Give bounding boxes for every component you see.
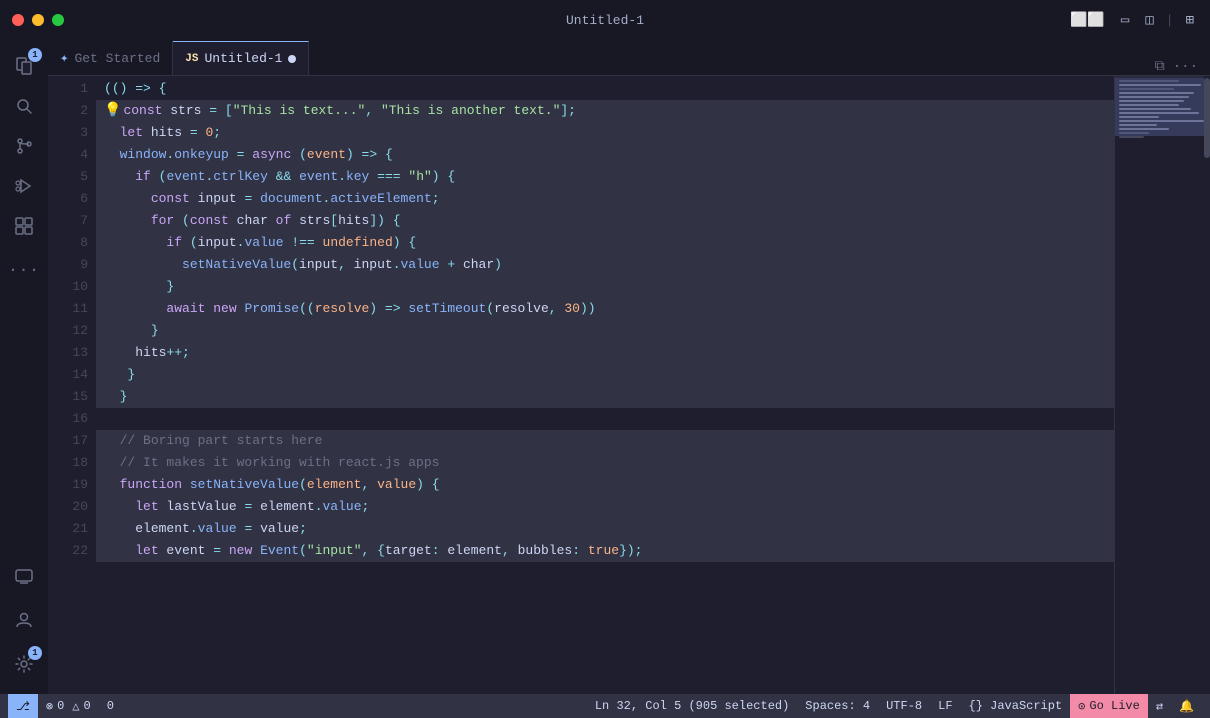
activity-item-extensions[interactable]	[6, 208, 42, 244]
activity-bar: 1	[0, 40, 48, 694]
editor-area: ✦ Get Started JS Untitled-1 ⧉ ··· 1 2 3 …	[48, 40, 1210, 694]
tab-untitled-1[interactable]: JS Untitled-1	[173, 41, 309, 75]
encoding-label: UTF-8	[886, 699, 922, 713]
toggle-sidebar-icon[interactable]: ◫	[1141, 10, 1157, 31]
status-git-branch[interactable]: ⎇	[8, 694, 38, 718]
status-bar: ⎇ ⊗ 0 △ 0 0 Ln 32, Col 5 (905 selected) …	[0, 694, 1210, 718]
go-live-icon: ⊙	[1078, 699, 1085, 714]
code-line-12: }	[96, 320, 1114, 342]
code-line-13: hits++;	[96, 342, 1114, 364]
code-line-5: if (event.ctrlKey && event.key === "h") …	[96, 166, 1114, 188]
window-title: Untitled-1	[566, 13, 644, 28]
code-line-11: await new Promise((resolve) => setTimeou…	[96, 298, 1114, 320]
minimize-button[interactable]	[32, 14, 44, 26]
customize-layout-icon[interactable]: ⊞	[1182, 10, 1198, 31]
code-line-17: // Boring part starts here	[96, 430, 1114, 452]
activity-item-source-control[interactable]	[6, 128, 42, 164]
main-layout: 1	[0, 40, 1210, 694]
activity-item-explorer[interactable]: 1	[6, 48, 42, 84]
line-numbers: 1 2 3 4 5 6 7 8 9 10 11 12 13 14 15 16 1…	[48, 76, 96, 694]
status-line-ending[interactable]: LF	[930, 694, 960, 718]
toggle-panel-icon[interactable]: ▭	[1117, 10, 1133, 31]
code-line-15: }	[96, 386, 1114, 408]
tab-bar-actions: ⧉ ···	[1143, 59, 1210, 75]
broadcast-icon: ⇄	[1156, 699, 1163, 714]
tab-get-started-label: Get Started	[74, 51, 160, 66]
tab-js-icon: JS	[185, 53, 198, 65]
notification-icon: 🔔	[1179, 699, 1194, 714]
scrollbar[interactable]	[1204, 76, 1210, 694]
code-line-2: 💡const strs = ["This is text...", "This …	[96, 100, 1114, 122]
minimap[interactable]	[1114, 76, 1204, 694]
code-line-16	[96, 408, 1114, 430]
code-line-9: setNativeValue(input, input.value + char…	[96, 254, 1114, 276]
more-actions-tab-icon[interactable]: ···	[1173, 59, 1198, 75]
code-line-10: }	[96, 276, 1114, 298]
code-line-14: }	[96, 364, 1114, 386]
titlebar: Untitled-1 ⬜⬜ ▭ ◫ | ⊞	[0, 0, 1210, 40]
cursor-position: Ln 32, Col 5 (905 selected)	[595, 699, 789, 713]
activity-item-settings[interactable]: 1	[6, 646, 42, 682]
status-language[interactable]: {} JavaScript	[961, 694, 1071, 718]
status-encoding[interactable]: UTF-8	[878, 694, 930, 718]
code-line-4: window.onkeyup = async (event) => {	[96, 144, 1114, 166]
go-live-button[interactable]: ⊙ Go Live	[1070, 694, 1148, 718]
window-controls	[12, 14, 64, 26]
code-line-22: let event = new Event("input", {target: …	[96, 540, 1114, 562]
split-editor-icon[interactable]: ⬜⬜	[1066, 10, 1109, 31]
tab-get-started[interactable]: ✦ Get Started	[48, 41, 173, 75]
settings-badge: 1	[28, 646, 42, 660]
activity-item-run-debug[interactable]	[6, 168, 42, 204]
minimap-canvas	[1115, 76, 1204, 656]
code-line-6: const input = document.activeElement;	[96, 188, 1114, 210]
error-count: 0	[57, 699, 64, 713]
code-line-19: function setNativeValue(element, value) …	[96, 474, 1114, 496]
code-editor[interactable]: 1 2 3 4 5 6 7 8 9 10 11 12 13 14 15 16 1…	[48, 76, 1210, 694]
tab-modified-dot	[288, 55, 296, 63]
status-cursor-pos[interactable]: Ln 32, Col 5 (905 selected)	[587, 694, 797, 718]
tab-bar: ✦ Get Started JS Untitled-1 ⧉ ···	[48, 40, 1210, 76]
code-line-1: (() => {	[96, 78, 1114, 100]
titlebar-actions: ⬜⬜ ▭ ◫ | ⊞	[1066, 10, 1198, 31]
status-errors[interactable]: ⊗ 0 △ 0	[38, 694, 99, 718]
spaces-label: Spaces: 4	[805, 699, 870, 713]
code-line-20: let lastValue = element.value;	[96, 496, 1114, 518]
status-notifications[interactable]: 🔔	[1171, 694, 1202, 718]
line-ending-label: LF	[938, 699, 952, 713]
go-live-label: Go Live	[1089, 699, 1139, 713]
warning-icon: △	[72, 699, 79, 714]
code-content[interactable]: (() => { 💡const strs = ["This is text...…	[96, 76, 1114, 694]
tab-untitled-label: Untitled-1	[204, 51, 282, 66]
vscode-icon: ✦	[60, 50, 68, 67]
status-info-count[interactable]: 0	[99, 694, 122, 718]
status-spaces[interactable]: Spaces: 4	[797, 694, 878, 718]
activity-item-remote[interactable]	[6, 558, 42, 594]
warning-count: 0	[84, 699, 91, 713]
info-count: 0	[107, 699, 114, 713]
code-line-21: element.value = value;	[96, 518, 1114, 540]
split-editor-tab-icon[interactable]: ⧉	[1155, 59, 1165, 75]
close-button[interactable]	[12, 14, 24, 26]
activity-item-search[interactable]	[6, 88, 42, 124]
language-label: {} JavaScript	[969, 699, 1063, 713]
code-line-18: // It makes it working with react.js app…	[96, 452, 1114, 474]
code-line-3: let hits = 0;	[96, 122, 1114, 144]
code-line-7: for (const char of strs[hits]) {	[96, 210, 1114, 232]
status-broadcast[interactable]: ⇄	[1148, 694, 1171, 718]
error-icon: ⊗	[46, 699, 53, 714]
explorer-badge: 1	[28, 48, 42, 62]
activity-bar-bottom: 1	[6, 558, 42, 694]
scrollbar-thumb[interactable]	[1204, 78, 1210, 158]
maximize-button[interactable]	[52, 14, 64, 26]
activity-item-more[interactable]: ···	[6, 252, 42, 288]
git-branch-icon: ⎇	[16, 699, 30, 714]
activity-item-account[interactable]	[6, 602, 42, 638]
code-line-8: if (input.value !== undefined) {	[96, 232, 1114, 254]
